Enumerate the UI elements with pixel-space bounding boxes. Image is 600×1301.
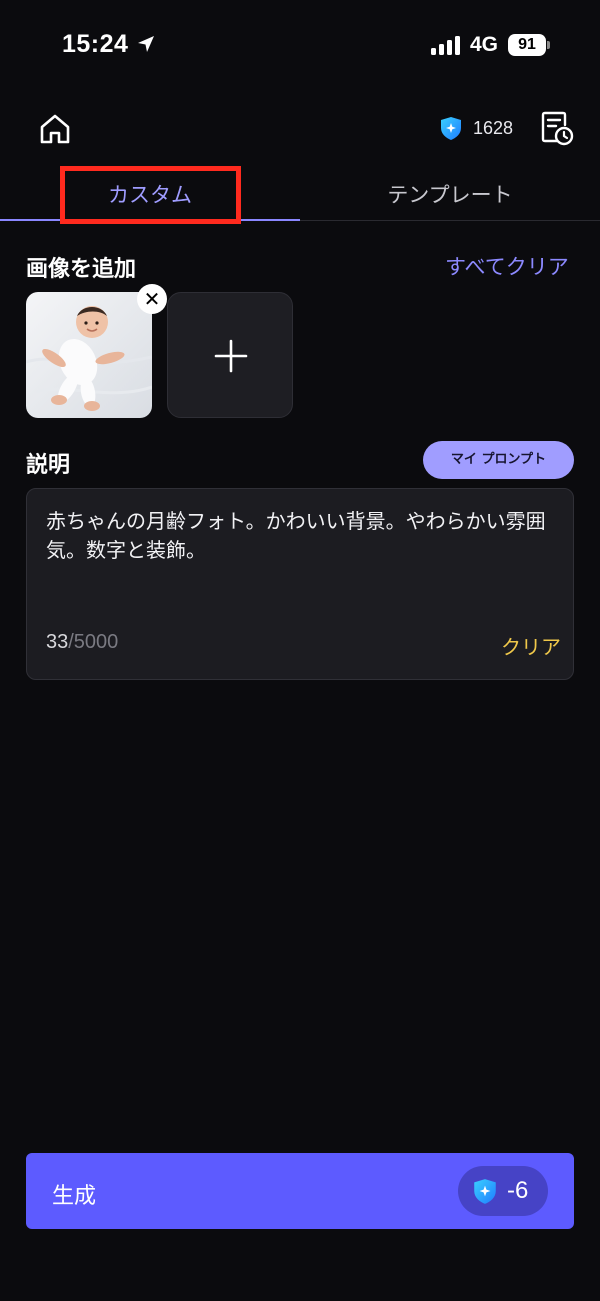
- history-icon[interactable]: [540, 110, 574, 146]
- generate-button[interactable]: 生成 -6: [26, 1153, 574, 1229]
- uploaded-image-thumbnail[interactable]: [26, 292, 152, 418]
- baby-photo-image: [26, 292, 152, 418]
- character-count: 33: [46, 631, 69, 653]
- credits-balance[interactable]: 1628: [438, 114, 513, 142]
- signal-icon: [431, 36, 460, 55]
- add-image-button[interactable]: [167, 292, 293, 418]
- battery-level: 91: [508, 34, 546, 56]
- description-textarea[interactable]: 赤ちゃんの月齢フォト。かわいい背景。やわらかい雰囲気。数字と装飾。 33/500…: [26, 488, 574, 680]
- credits-value: 1628: [473, 117, 514, 138]
- remove-image-button[interactable]: ✕: [137, 284, 167, 314]
- network-type: 4G: [470, 33, 499, 56]
- battery-tip: [547, 41, 550, 49]
- status-bar: 15:24 4G 91: [0, 0, 600, 90]
- cost-value: -6: [507, 1177, 529, 1204]
- my-prompt-button[interactable]: マイ プロンプト: [423, 441, 574, 479]
- generate-label: 生成: [52, 1184, 97, 1209]
- tab-divider: [300, 220, 600, 221]
- credit-shield-icon: [441, 117, 461, 140]
- plus-icon: [214, 339, 248, 373]
- add-image-title: 画像を追加: [26, 257, 137, 282]
- clear-text-button[interactable]: クリア: [501, 631, 561, 660]
- character-counter: 33/5000: [46, 631, 118, 654]
- home-icon[interactable]: [38, 112, 72, 146]
- credit-shield-icon: [474, 1179, 496, 1204]
- highlight-annotation-box: [60, 166, 241, 224]
- status-time: 15:24: [62, 30, 129, 58]
- location-arrow-icon: [138, 36, 154, 52]
- tab-template[interactable]: テンプレート: [300, 176, 600, 216]
- battery-icon: 91: [508, 34, 550, 56]
- clear-all-button[interactable]: すべてクリア: [445, 251, 569, 281]
- description-title: 説明: [26, 453, 71, 478]
- description-text[interactable]: 赤ちゃんの月齢フォト。かわいい背景。やわらかい雰囲気。数字と装飾。: [46, 507, 556, 565]
- character-max: /5000: [68, 631, 119, 653]
- cost-badge: -6: [458, 1166, 548, 1216]
